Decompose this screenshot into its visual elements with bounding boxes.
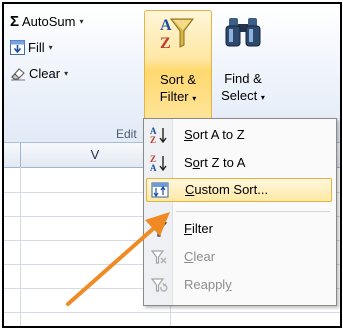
annotation-arrow xyxy=(66,212,170,306)
screenshot-frame: Σ AutoSum ▾ Fill ▾ Clear ▾ A Z Sort & Fi… xyxy=(2,2,342,328)
